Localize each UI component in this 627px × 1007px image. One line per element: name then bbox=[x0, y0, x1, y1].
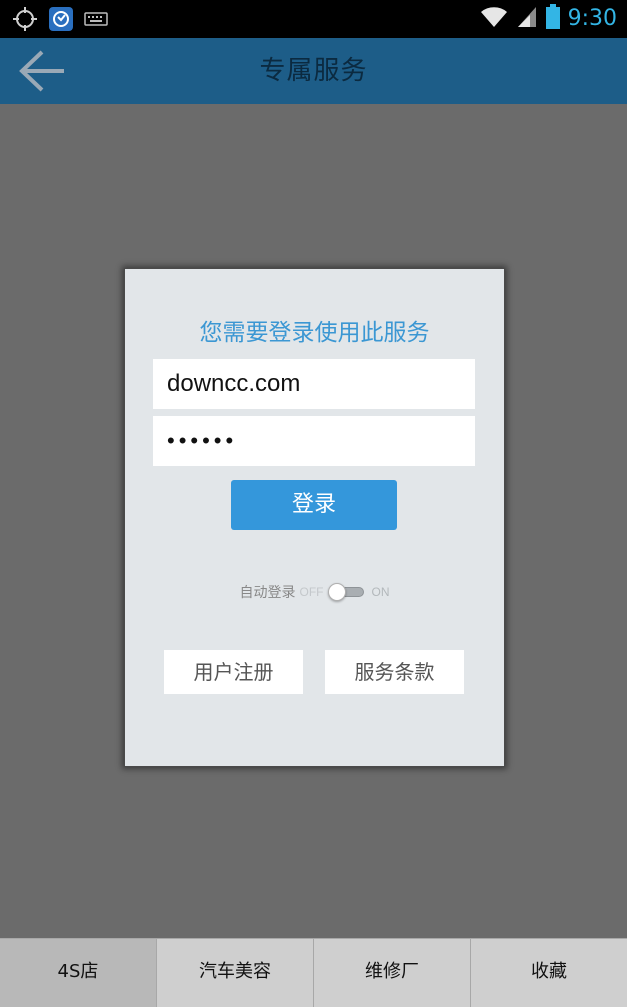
toggle-off-label: OFF bbox=[299, 585, 324, 599]
keyboard-icon bbox=[84, 11, 108, 31]
signal-icon bbox=[516, 5, 538, 33]
dialog-title: 您需要登录使用此服务 bbox=[199, 320, 430, 346]
tab-favorites[interactable]: 收藏 bbox=[471, 939, 627, 1007]
app-notification-icon bbox=[48, 6, 74, 36]
page-title: 专属服务 bbox=[259, 56, 368, 86]
terms-button[interactable]: 服务条款 bbox=[325, 650, 464, 694]
status-bar-right: 9:30 bbox=[480, 4, 617, 34]
clock-time: 9:30 bbox=[567, 6, 617, 31]
tab-car-beauty[interactable]: 汽车美容 bbox=[157, 939, 314, 1007]
tab-4s-store[interactable]: 4S店 bbox=[0, 939, 157, 1007]
toggle-on-label: ON bbox=[371, 585, 390, 599]
login-button[interactable]: 登录 bbox=[231, 480, 397, 530]
register-button[interactable]: 用户注册 bbox=[164, 650, 303, 694]
battery-icon bbox=[545, 4, 560, 34]
login-dialog: 您需要登录使用此服务 downcc.com •••••• 登录 自动登录 OFF… bbox=[124, 268, 505, 767]
password-field[interactable]: •••••• bbox=[153, 416, 475, 466]
tab-repair-shop[interactable]: 维修厂 bbox=[314, 939, 471, 1007]
gps-icon bbox=[12, 6, 38, 36]
auto-login-switch[interactable] bbox=[327, 583, 364, 601]
status-bar: 9:30 bbox=[0, 0, 627, 38]
status-bar-left bbox=[12, 6, 108, 36]
username-field[interactable]: downcc.com bbox=[153, 359, 475, 409]
bottom-tab-bar: 4S店 汽车美容 维修厂 收藏 bbox=[0, 938, 627, 1007]
action-bar: 专属服务 bbox=[0, 38, 627, 104]
wifi-icon bbox=[480, 5, 508, 33]
auto-login-row: 自动登录 OFF ON bbox=[125, 581, 504, 603]
switch-knob bbox=[327, 583, 346, 601]
auto-login-label: 自动登录 bbox=[239, 585, 296, 601]
